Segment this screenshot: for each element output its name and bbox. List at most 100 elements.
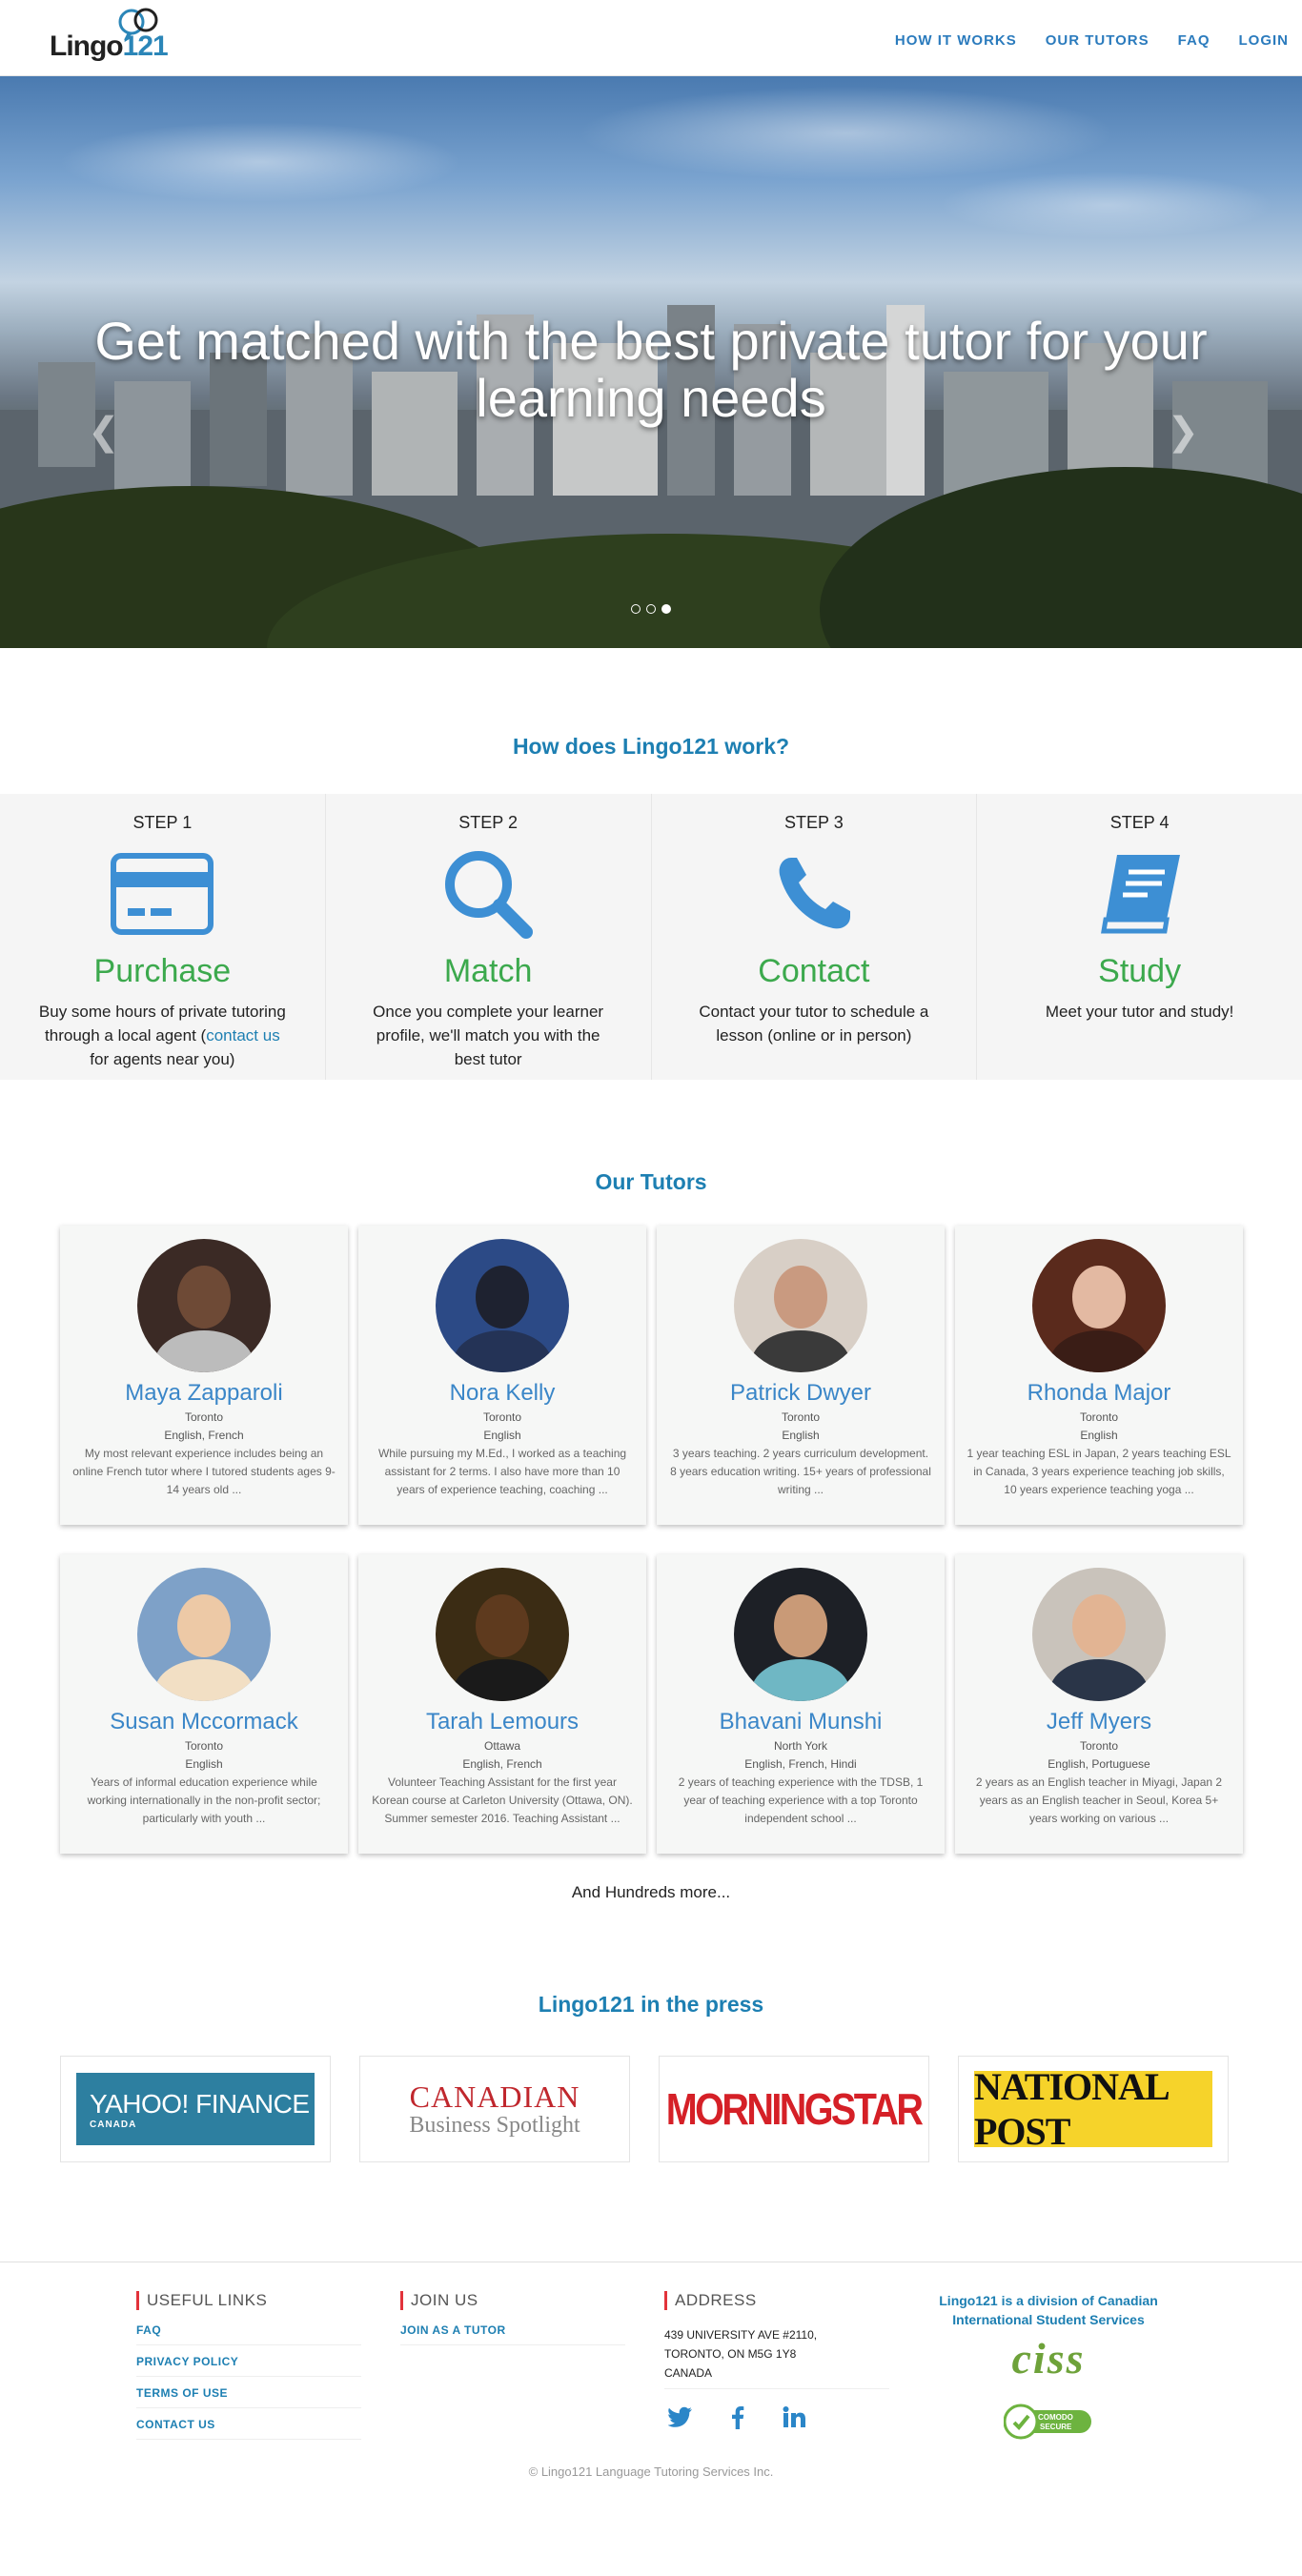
tutor-bio: 1 year teaching ESL in Japan, 2 years te…: [966, 1447, 1231, 1496]
footer-link-terms-of-use[interactable]: TERMS OF USE: [136, 2377, 361, 2408]
site-footer: USEFUL LINKS FAQ PRIVACY POLICY TERMS OF…: [0, 2262, 1302, 2507]
tutor-card[interactable]: Jeff Myers Toronto English, Portuguese 2 ye…: [955, 1554, 1243, 1854]
tutor-name[interactable]: Bhavani Munshi: [657, 1709, 945, 1735]
tutor-avatar[interactable]: [734, 1568, 867, 1701]
tutor-name[interactable]: Maya Zapparoli: [60, 1380, 348, 1407]
tutor-bio: While pursuing my M.Ed., I worked as a t…: [377, 1447, 627, 1496]
footer-address: ADDRESS 439 UNIVERSITY AVE #2110, TORONT…: [664, 2291, 889, 2436]
footer-ciss: Lingo121 is a division of Canadian Inter…: [925, 2291, 1172, 2443]
tutor-avatar[interactable]: [137, 1239, 271, 1372]
press-morningstar[interactable]: MORNINGSTAR: [659, 2056, 929, 2162]
contact-us-link[interactable]: contact us: [206, 1026, 280, 1045]
tutor-languages: English: [483, 1429, 521, 1442]
carousel-dot-2[interactable]: [646, 604, 656, 614]
ciss-division-text: Lingo121 is a division of Canadian Inter…: [939, 2293, 1158, 2327]
nav-login[interactable]: LOGIN: [1239, 32, 1290, 49]
footer-useful-links: USEFUL LINKS FAQ PRIVACY POLICY TERMS OF…: [136, 2291, 361, 2440]
tutor-avatar[interactable]: [1032, 1568, 1166, 1701]
step-contact: STEP 3 Contact Contact your tutor to sch…: [651, 794, 978, 1080]
nav-how-it-works[interactable]: HOW IT WORKS: [895, 32, 1017, 49]
tutor-name[interactable]: Jeff Myers: [955, 1709, 1243, 1735]
step-study: STEP 4 Study Meet your tutor and study!: [977, 794, 1302, 1080]
footer-join-us: JOIN US JOIN AS A TUTOR: [400, 2291, 625, 2345]
press-canadian-business-spotlight[interactable]: CANADIAN Business Spotlight: [359, 2056, 630, 2162]
secure-label: SECURE: [1040, 2423, 1072, 2431]
tutor-languages: English, French, Hindi: [744, 1757, 857, 1771]
footer-heading: ADDRESS: [664, 2291, 889, 2310]
press-national-post[interactable]: NATIONAL POST: [958, 2056, 1229, 2162]
step-number: STEP 1: [132, 813, 193, 832]
tutor-name[interactable]: Rhonda Major: [955, 1380, 1243, 1407]
tutor-languages: English, French: [462, 1757, 542, 1771]
book-icon: [977, 846, 1302, 942]
nav-faq[interactable]: FAQ: [1178, 32, 1210, 49]
tutor-languages: English: [185, 1757, 223, 1771]
tutor-bio: 3 years teaching. 2 years curriculum dev…: [670, 1447, 931, 1496]
tutor-bio: 2 years of teaching experience with the …: [678, 1775, 924, 1825]
tutor-city: Toronto: [184, 1739, 224, 1753]
carousel-next-icon[interactable]: ❯: [1167, 410, 1199, 454]
footer-link-join-as-tutor[interactable]: JOIN AS A TUTOR: [400, 2314, 625, 2345]
footer-heading: JOIN US: [400, 2291, 625, 2310]
step-name: Match: [443, 953, 533, 989]
tutor-bio: 2 years as an English teacher in Miyagi,…: [975, 1775, 1223, 1825]
tutor-card[interactable]: Maya Zapparoli Toronto English, French My m…: [60, 1226, 348, 1525]
tutor-name[interactable]: Tarah Lemours: [358, 1709, 646, 1735]
tutor-card[interactable]: Tarah Lemours Ottawa English, French Volunt…: [358, 1554, 646, 1854]
step-number: STEP 4: [1109, 813, 1170, 832]
press-section-title: Lingo121 in the press: [538, 1992, 764, 2017]
step-name: Contact: [758, 953, 870, 989]
tutor-avatar[interactable]: [1032, 1239, 1166, 1372]
hero-title: Get matched with the best private tutor …: [94, 311, 1208, 428]
canadian-business-spotlight-logo: CANADIAN Business Spotlight: [409, 2079, 580, 2138]
tutor-name[interactable]: Patrick Dwyer: [657, 1380, 945, 1407]
tutor-city: North York: [773, 1739, 828, 1753]
tutor-name[interactable]: Nora Kelly: [358, 1380, 646, 1407]
tutor-grid: Maya Zapparoli Toronto English, French My m…: [60, 1226, 1243, 1883]
press-logos: YAHOO! FINANCE CANADA CANADIAN Business …: [60, 2056, 1242, 2162]
footer-link-contact-us[interactable]: CONTACT US: [136, 2408, 361, 2440]
tutors-section-title: Our Tutors: [595, 1169, 707, 1194]
copyright-text: © Lingo121 Language Tutoring Services In…: [528, 2464, 774, 2479]
step-number: STEP 3: [784, 813, 844, 832]
twitter-icon[interactable]: [667, 2406, 693, 2436]
logo[interactable]: Lingo121: [50, 8, 169, 65]
tutor-city: Toronto: [482, 1410, 522, 1424]
footer-heading: USEFUL LINKS: [136, 2291, 361, 2310]
tutor-name[interactable]: Susan Mccormack: [60, 1709, 348, 1735]
tutor-card[interactable]: Nora Kelly Toronto English While pursuing m…: [358, 1226, 646, 1525]
main-nav: HOW IT WORKS OUR TUTORS FAQ LOGIN: [895, 32, 1289, 49]
press-yahoo-finance[interactable]: YAHOO! FINANCE CANADA: [60, 2056, 331, 2162]
footer-link-privacy-policy[interactable]: PRIVACY POLICY: [136, 2345, 361, 2377]
ciss-logo[interactable]: ciss: [925, 2333, 1172, 2383]
tutor-avatar[interactable]: [436, 1239, 569, 1372]
tutor-bio: My most relevant experience includes bei…: [72, 1447, 336, 1496]
how-section-title: How does Lingo121 work?: [512, 734, 790, 759]
tutor-avatar[interactable]: [436, 1568, 569, 1701]
more-tutors-text: And Hundreds more...: [571, 1883, 731, 1901]
carousel-dot-1[interactable]: [631, 604, 641, 614]
tutor-avatar[interactable]: [734, 1239, 867, 1372]
tutor-languages: English: [782, 1429, 820, 1442]
step-number: STEP 2: [458, 813, 518, 832]
step-description: Buy some hours of private tutoring throu…: [38, 1003, 286, 1068]
step-description: Meet your tutor and study!: [1045, 1003, 1234, 1021]
linkedin-icon[interactable]: [783, 2406, 805, 2436]
carousel-prev-icon[interactable]: ❮: [88, 410, 120, 454]
carousel-dot-3[interactable]: [661, 604, 671, 614]
facebook-icon[interactable]: [731, 2406, 744, 2436]
comodo-secure-badge[interactable]: COMODO SECURE: [1003, 2397, 1093, 2443]
steps-row: STEP 1 Purchase Buy some hours of privat…: [0, 794, 1302, 1080]
tutor-card[interactable]: Bhavani Munshi North York English, French,…: [657, 1554, 945, 1854]
search-icon: [326, 846, 651, 942]
footer-link-faq[interactable]: FAQ: [136, 2314, 361, 2345]
tutor-city: Toronto: [781, 1410, 821, 1424]
tutor-city: Toronto: [1079, 1739, 1119, 1753]
tutor-card[interactable]: Rhonda Major Toronto English 1 year teachin…: [955, 1226, 1243, 1525]
tutor-card[interactable]: Susan Mccormack Toronto English Years of in…: [60, 1554, 348, 1854]
tutor-avatar[interactable]: [137, 1568, 271, 1701]
step-match: STEP 2 Match Once you complete your lear…: [325, 794, 652, 1080]
social-links: [664, 2406, 889, 2436]
tutor-card[interactable]: Patrick Dwyer Toronto English 3 years teach…: [657, 1226, 945, 1525]
nav-our-tutors[interactable]: OUR TUTORS: [1046, 32, 1149, 49]
